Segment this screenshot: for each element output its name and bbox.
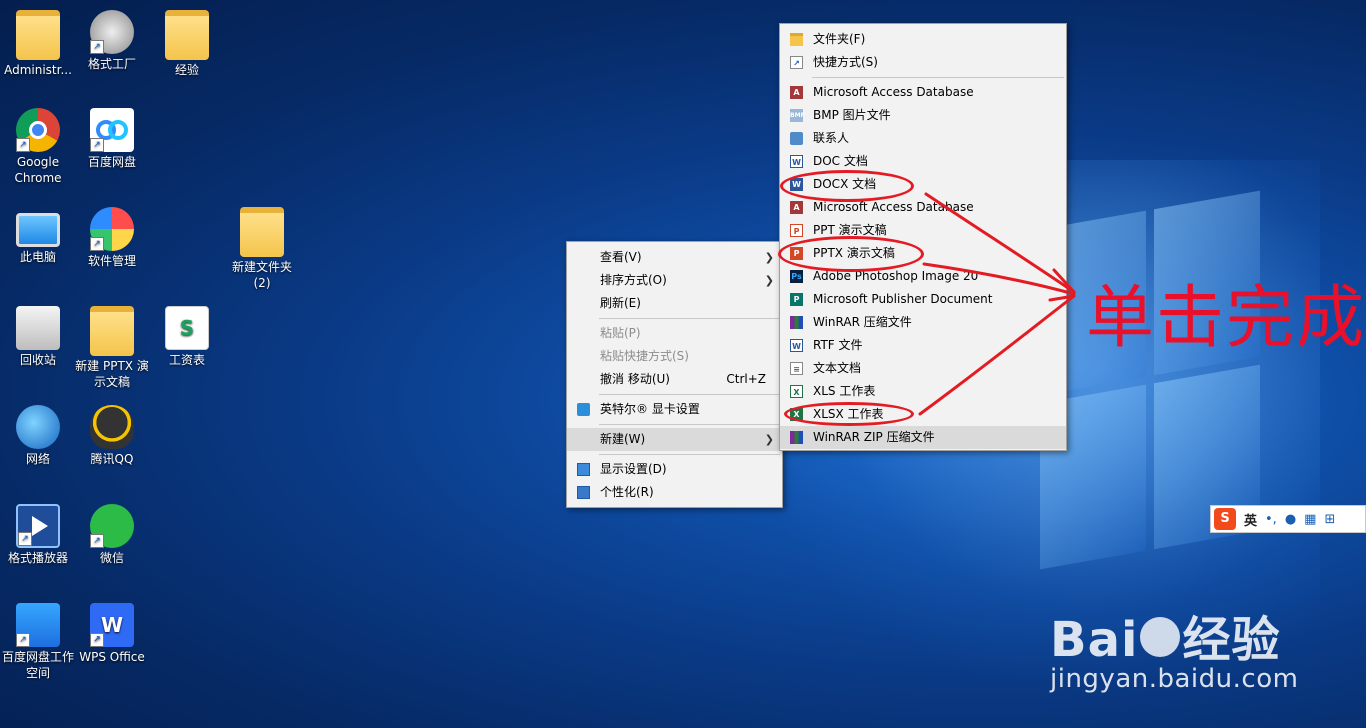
microphone-icon[interactable]: ●	[1285, 512, 1296, 527]
keyboard-icon[interactable]: ▦	[1304, 512, 1316, 527]
sogou-logo-icon: S	[1214, 508, 1236, 530]
ime-toolbar[interactable]: S 英 •, ● ▦ ⊞	[1210, 505, 1366, 533]
ime-mode[interactable]: 英	[1244, 510, 1257, 529]
annotation-click-to-finish: 单击完成	[1086, 279, 1366, 358]
baidu-paw-icon	[1140, 617, 1181, 657]
ime-punctuation[interactable]: •,	[1265, 512, 1277, 527]
baidu-jingyan-watermark: Bai 经验 jingyan.baidu.com	[1050, 612, 1299, 694]
toolbox-grid-icon[interactable]: ⊞	[1324, 512, 1335, 527]
shortcut-arrow-icon: ↗	[16, 138, 30, 152]
